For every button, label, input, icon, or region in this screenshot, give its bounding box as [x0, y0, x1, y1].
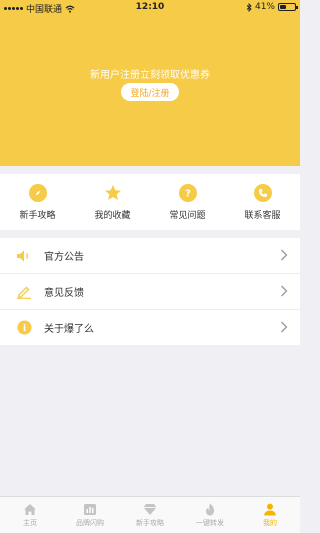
tab-label: 一键转发 [196, 518, 224, 527]
tab-mine[interactable]: 我的 [240, 497, 300, 533]
compass-icon [28, 183, 47, 202]
question-icon: ? [178, 183, 197, 202]
diamond-icon [143, 503, 157, 515]
shortcut-favorites[interactable]: 我的收藏 [75, 174, 150, 230]
home-icon [24, 503, 36, 515]
list-item-label: 关于爆了么 [44, 324, 94, 335]
person-icon [264, 503, 276, 515]
info-icon: i [16, 320, 32, 336]
flame-icon [205, 503, 215, 515]
shortcut-label: 常见问题 [169, 210, 206, 221]
profile-header: 新用户注册立刻领取优惠券 登陆/注册 [0, 16, 300, 166]
promo-text: 新用户注册立刻领取优惠券 [90, 70, 210, 81]
tab-label: 我的 [263, 518, 277, 527]
chart-icon [84, 503, 96, 515]
tab-brand-flash-sale[interactable]: 品牌闪购 [60, 497, 120, 533]
tab-bar: 主页 品牌闪购 新手攻略 一键转发 我的 [0, 496, 300, 533]
shortcut-guide[interactable]: 新手攻略 [0, 174, 75, 230]
pencil-icon [16, 284, 32, 300]
svg-text:i: i [22, 324, 25, 334]
shortcut-contact[interactable]: 联系客服 [225, 174, 300, 230]
tab-label: 品牌闪购 [76, 518, 104, 527]
tab-beginner-guide[interactable]: 新手攻略 [120, 497, 180, 533]
chevron-right-icon [281, 249, 288, 261]
list-item-feedback[interactable]: 意见反馈 [0, 273, 300, 309]
chevron-right-icon [281, 285, 288, 297]
shortcut-row: 新手攻略 我的收藏 ? 常见问题 联系客服 [0, 174, 300, 230]
list-item-label: 官方公告 [44, 252, 84, 263]
login-register-button[interactable]: 登陆/注册 [121, 83, 179, 101]
tab-label: 新手攻略 [136, 518, 164, 527]
shortcut-label: 我的收藏 [94, 210, 131, 221]
list-item-announcements[interactable]: 官方公告 [0, 238, 300, 273]
tab-one-click-share[interactable]: 一键转发 [180, 497, 240, 533]
chevron-right-icon [281, 321, 288, 333]
battery-icon [278, 3, 298, 11]
list-item-about[interactable]: i 关于爆了么 [0, 309, 300, 345]
battery-percent: 41% [254, 2, 275, 12]
star-icon [104, 184, 122, 202]
phone-icon [253, 183, 272, 202]
speaker-icon [16, 248, 32, 264]
bluetooth-icon [246, 2, 252, 12]
shortcut-label: 联系客服 [244, 210, 281, 221]
settings-list: 官方公告 意见反馈 i 关于爆了么 [0, 238, 300, 345]
status-bar: 中国联通 12:10 41% [0, 0, 300, 16]
tab-label: 主页 [23, 518, 37, 527]
status-right: 41% [246, 2, 298, 12]
shortcut-faq[interactable]: ? 常见问题 [150, 174, 225, 230]
list-item-label: 意见反馈 [44, 288, 84, 299]
shortcut-label: 新手攻略 [19, 210, 56, 221]
tab-home[interactable]: 主页 [0, 497, 60, 533]
svg-text:?: ? [185, 188, 191, 199]
